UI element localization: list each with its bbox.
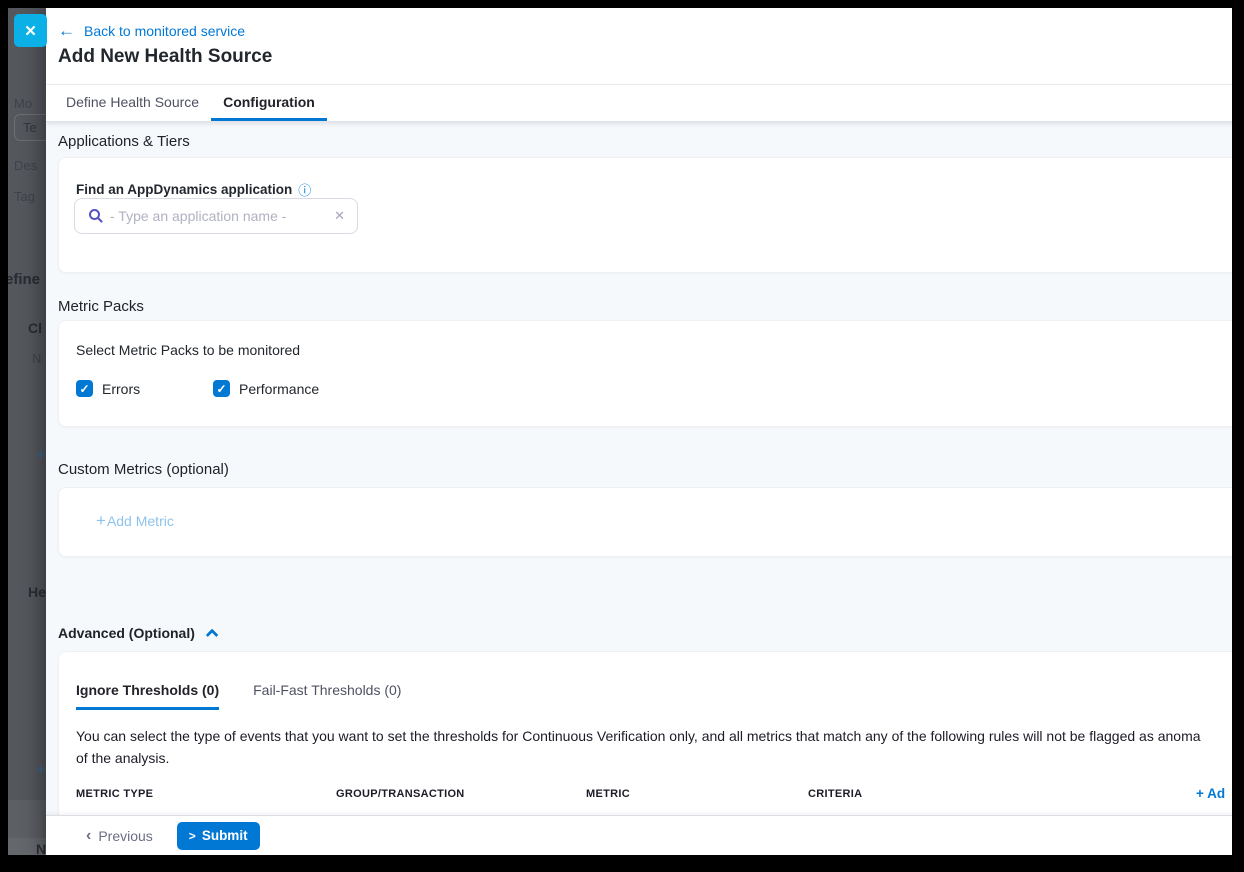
background-plus-icon: +	[36, 760, 46, 780]
submit-button-label: Submit	[202, 828, 248, 843]
thresholds-description: You can select the type of events that y…	[76, 725, 1201, 769]
custom-metrics-heading: Custom Metrics (optional)	[58, 461, 229, 478]
advanced-thresholds-card: Ignore Thresholds (0) Fail-Fast Threshol…	[58, 651, 1244, 823]
back-link-label: Back to monitored service	[84, 23, 245, 39]
chevron-up-icon	[206, 628, 219, 641]
metric-packs-subtitle: Select Metric Packs to be monitored	[76, 342, 300, 358]
background-text: N	[36, 841, 46, 855]
custom-metrics-card: + Add Metric	[58, 487, 1244, 557]
appdynamics-search-label: Find an AppDynamics application ⓘ	[76, 180, 311, 199]
background-text: Des	[14, 158, 37, 173]
tab-ignore-thresholds[interactable]: Ignore Thresholds (0)	[76, 682, 219, 710]
chevron-right-icon: >	[189, 829, 196, 843]
previous-button[interactable]: ‹ Previous	[86, 827, 153, 845]
metric-packs-options: ✓ Errors ✓ Performance	[76, 380, 140, 397]
add-health-source-drawer: ← Back to monitored service Add New Heal…	[46, 8, 1244, 855]
background-text: N	[32, 351, 41, 366]
tab-configuration[interactable]: Configuration	[211, 85, 327, 121]
thresholds-tab-bar: Ignore Thresholds (0) Fail-Fast Threshol…	[76, 682, 401, 710]
clear-search-icon[interactable]: ✕	[332, 208, 347, 224]
applications-tiers-heading: Applications & Tiers	[58, 133, 190, 150]
metric-packs-card: Select Metric Packs to be monitored ✓ Er…	[58, 320, 1244, 427]
add-metric-button[interactable]: + Add Metric	[96, 511, 174, 531]
previous-button-label: Previous	[98, 828, 152, 844]
appdynamics-search-label-text: Find an AppDynamics application	[76, 182, 292, 197]
add-metric-label: Add Metric	[107, 513, 174, 529]
tab-fail-fast-thresholds[interactable]: Fail-Fast Thresholds (0)	[253, 682, 401, 710]
screenshot-border	[0, 855, 1244, 872]
drawer-footer: ‹ Previous > Submit	[46, 815, 1244, 855]
background-text: He	[28, 584, 46, 600]
back-to-monitored-service-link[interactable]: ← Back to monitored service	[58, 23, 245, 39]
close-icon: ✕	[24, 22, 37, 40]
applications-card: Find an AppDynamics application ⓘ ✕	[58, 157, 1244, 273]
checkbox-performance[interactable]: ✓ Performance	[213, 380, 319, 397]
page-title: Add New Health Source	[58, 46, 272, 68]
submit-button[interactable]: > Submit	[177, 822, 260, 850]
background-text: efine	[8, 271, 40, 288]
background-text: Tag	[14, 189, 35, 204]
chevron-left-icon: ‹	[86, 827, 91, 845]
checkbox-performance-label: Performance	[239, 381, 319, 397]
advanced-heading-label: Advanced (Optional)	[58, 625, 195, 641]
background-text: Cl	[28, 320, 42, 336]
checkbox-checked-icon: ✓	[76, 380, 93, 397]
thresholds-table-header: METRIC TYPE GROUP/TRANSACTION METRIC CRI…	[59, 788, 1244, 804]
thresholds-description-line1: You can select the type of events that y…	[76, 725, 1201, 747]
tab-define-health-source[interactable]: Define Health Source	[54, 85, 211, 121]
screenshot-frame: Mo Te Des Tag efine Cl N + He + N ✕ ← Ba…	[0, 0, 1244, 872]
check-icon: ✓	[216, 383, 226, 395]
application-search-input[interactable]	[104, 208, 332, 224]
advanced-optional-toggle[interactable]: Advanced (Optional)	[58, 625, 218, 641]
application-search-box: ✕	[74, 198, 358, 234]
background-plus-icon: +	[36, 445, 46, 465]
search-icon	[89, 209, 100, 220]
add-threshold-link[interactable]: + Ad	[1196, 786, 1225, 801]
info-icon[interactable]: ⓘ	[298, 180, 311, 199]
column-metric-type: METRIC TYPE	[76, 788, 153, 800]
thresholds-description-line2: of the analysis.	[76, 747, 1201, 769]
configuration-content: Applications & Tiers Find an AppDynamics…	[46, 122, 1244, 815]
checkbox-errors[interactable]: ✓ Errors	[76, 380, 140, 397]
check-icon: ✓	[79, 383, 89, 395]
checkbox-checked-icon: ✓	[213, 380, 230, 397]
dimmed-background-page: Mo Te Des Tag efine Cl N + He + N	[8, 8, 46, 855]
background-text: Mo	[14, 96, 32, 111]
drawer-tab-bar: Define Health Source Configuration	[46, 85, 1244, 122]
close-drawer-button[interactable]: ✕	[14, 14, 47, 47]
metric-packs-heading: Metric Packs	[58, 298, 144, 315]
plus-icon: +	[96, 511, 106, 531]
column-group-transaction: GROUP/TRANSACTION	[336, 788, 465, 800]
screenshot-border	[1232, 0, 1244, 872]
column-metric: METRIC	[586, 788, 630, 800]
checkbox-errors-label: Errors	[102, 381, 140, 397]
background-input-box: Te	[14, 114, 46, 141]
column-criteria: CRITERIA	[808, 788, 862, 800]
background-footer-band	[8, 800, 46, 838]
background-text: Te	[23, 120, 37, 135]
back-arrow-icon: ←	[58, 24, 75, 38]
